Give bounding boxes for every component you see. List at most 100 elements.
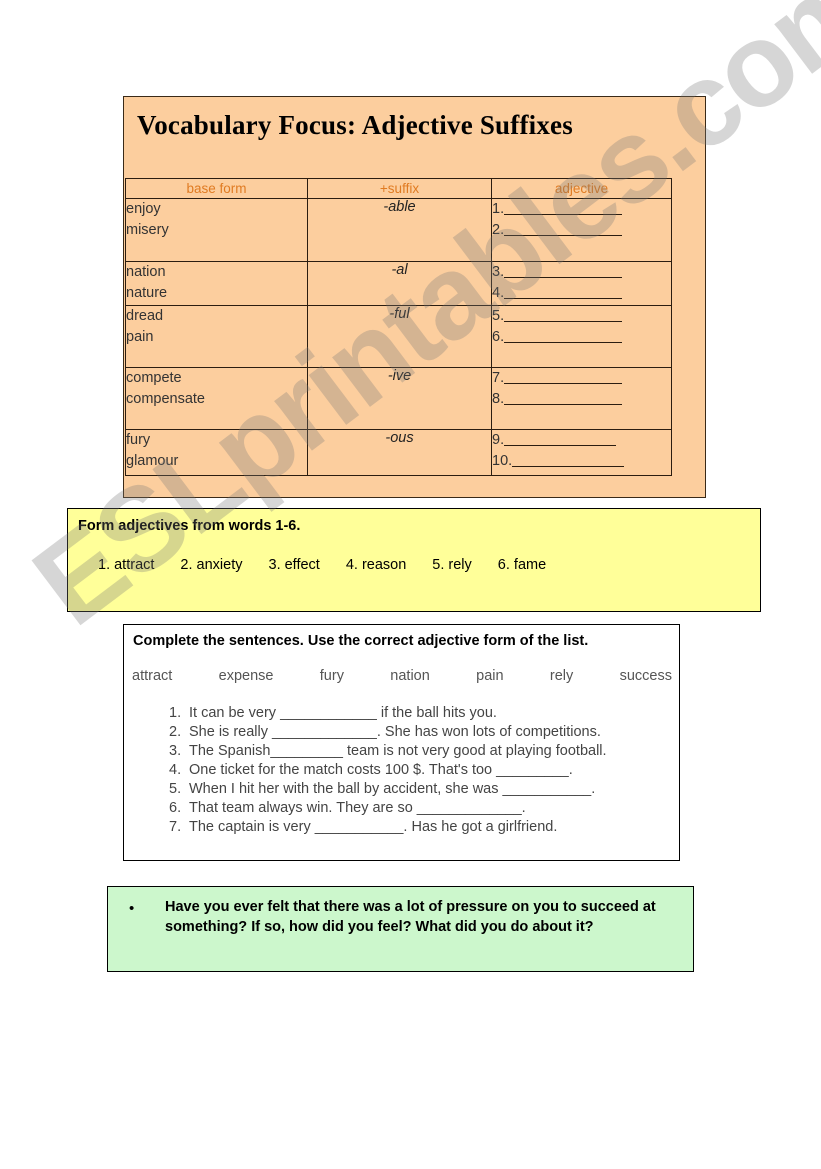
adjective-answer-cell: 7. 8. [491, 367, 672, 430]
sentence-number: 2. [169, 724, 182, 740]
base-form-cell: dread pain [125, 305, 308, 368]
sentence-text: It can be very ____________ if the ball … [189, 705, 497, 721]
list-item[interactable]: 7. The captain is very ___________. Has h… [169, 818, 674, 837]
answer-number: 10. [492, 453, 513, 469]
answer-number: 2. [492, 222, 505, 238]
word-bank-item: rely [549, 668, 574, 684]
suffix-table: base form +suffix adjective enjoy misery… [125, 178, 672, 476]
list-item[interactable]: 3. The Spanish_________ team is not very … [169, 742, 674, 761]
bullet-icon: • [129, 900, 135, 917]
form-adjectives-word-list: 1. attract 2. anxiety 3. effect 4. reason 5.… [98, 557, 572, 573]
sentence-list: 1. It can be very ____________ if the bal… [169, 704, 674, 837]
word-bank-item: success [619, 668, 672, 684]
adjective-answer-cell: 1. 2. [491, 198, 672, 262]
table-row: nation nature -al 3. 4. [125, 261, 672, 306]
base-word: compensate [126, 391, 205, 407]
base-form-cell: enjoy misery [125, 198, 308, 262]
word-bank-item: pain [476, 668, 504, 684]
answer-blank[interactable]: 3. [492, 262, 671, 283]
base-word: misery [126, 222, 169, 238]
answer-blank[interactable]: 2. [492, 220, 671, 241]
suffix-cell: -ive [307, 367, 492, 430]
vocabulary-focus-panel: Vocabulary Focus: Adjective Suffixes bas… [123, 96, 706, 498]
answer-blank[interactable]: 6. [492, 327, 671, 348]
sentence-text: When I hit her with the ball by accident… [189, 781, 596, 797]
list-item[interactable]: 1. It can be very ____________ if the bal… [169, 704, 674, 723]
answer-number: 3. [492, 264, 505, 280]
answer-blank[interactable]: 5. [492, 306, 671, 327]
list-item[interactable]: 2. She is really _____________. She has w… [169, 723, 674, 742]
word-item: 1. attract [98, 557, 155, 573]
suffix-cell: -ous [307, 429, 492, 476]
sentence-number: 7. [169, 819, 182, 835]
write-line [504, 200, 623, 215]
column-header-adjective: adjective [491, 178, 672, 199]
base-word: nature [126, 285, 168, 301]
answer-number: 5. [492, 308, 505, 324]
table-row: fury glamour -ous 9. 10. [125, 429, 672, 476]
write-line [512, 452, 625, 467]
write-line [504, 284, 623, 299]
write-line [504, 221, 623, 236]
column-header-base-form: base form [125, 178, 308, 199]
form-adjectives-heading: Form adjectives from words 1-6. [78, 518, 301, 534]
sentence-number: 4. [169, 762, 182, 778]
word-bank-item: expense [218, 668, 274, 684]
word-item: 6. fame [497, 557, 547, 573]
word-bank: attract expense fury nation pain rely su… [132, 668, 672, 684]
answer-blank[interactable]: 7. [492, 368, 671, 389]
word-bank-item: nation [390, 668, 430, 684]
page-title: Vocabulary Focus: Adjective Suffixes [137, 110, 573, 140]
answer-blank[interactable]: 10. [492, 451, 671, 472]
sentence-number: 3. [169, 743, 182, 759]
sentence-text: She is really _____________. She has won… [189, 724, 601, 740]
suffix-cell: -able [307, 198, 492, 262]
answer-number: 9. [492, 432, 505, 448]
base-form-cell: compete compensate [125, 367, 308, 430]
answer-blank[interactable]: 1. [492, 199, 671, 220]
base-word: nation [126, 264, 166, 280]
sentence-text: The Spanish_________ team is not very go… [189, 743, 607, 759]
write-line [504, 369, 623, 384]
table-row: compete compensate -ive 7. 8. [125, 367, 672, 430]
word-item: 4. reason [345, 557, 407, 573]
answer-blank[interactable]: 4. [492, 283, 671, 304]
base-form-cell: nation nature [125, 261, 308, 306]
answer-number: 6. [492, 329, 505, 345]
table-row: enjoy misery -able 1. 2. [125, 198, 672, 262]
complete-sentences-heading: Complete the sentences. Use the correct … [133, 633, 589, 649]
answer-blank[interactable]: 9. [492, 430, 671, 451]
sentence-number: 6. [169, 800, 182, 816]
column-header-suffix: +suffix [307, 178, 492, 199]
adjective-answer-cell: 5. 6. [491, 305, 672, 368]
write-line [504, 431, 617, 446]
base-word: enjoy [126, 201, 161, 217]
word-item: 5. rely [432, 557, 472, 573]
sentence-number: 1. [169, 705, 182, 721]
sentence-number: 5. [169, 781, 182, 797]
table-row: dread pain -ful 5. 6. [125, 305, 672, 368]
form-adjectives-panel: Form adjectives from words 1-6. 1. attra… [67, 508, 761, 612]
base-word: compete [126, 370, 182, 386]
answer-number: 8. [492, 391, 505, 407]
sentence-text: The captain is very ___________. Has he … [189, 819, 558, 835]
base-word: fury [126, 432, 151, 448]
answer-blank[interactable]: 8. [492, 389, 671, 410]
list-item[interactable]: 4. One ticket for the match costs 100 $. … [169, 761, 674, 780]
base-word: glamour [126, 453, 179, 469]
base-word: dread [126, 308, 164, 324]
base-word: pain [126, 329, 154, 345]
word-item: 2. anxiety [180, 557, 243, 573]
write-line [504, 263, 623, 278]
sentence-text: One ticket for the match costs 100 $. Th… [189, 762, 573, 778]
list-item[interactable]: 6. That team always win. They are so ____… [169, 799, 674, 818]
word-item: 3. effect [268, 557, 320, 573]
answer-number: 7. [492, 370, 505, 386]
table-header-row: base form +suffix adjective [125, 178, 672, 199]
answer-number: 4. [492, 285, 505, 301]
list-item[interactable]: 5. When I hit her with the ball by accide… [169, 780, 674, 799]
base-form-cell: fury glamour [125, 429, 308, 476]
write-line [504, 307, 623, 322]
adjective-answer-cell: 3. 4. [491, 261, 672, 306]
complete-sentences-panel: Complete the sentences. Use the correct … [123, 624, 680, 861]
